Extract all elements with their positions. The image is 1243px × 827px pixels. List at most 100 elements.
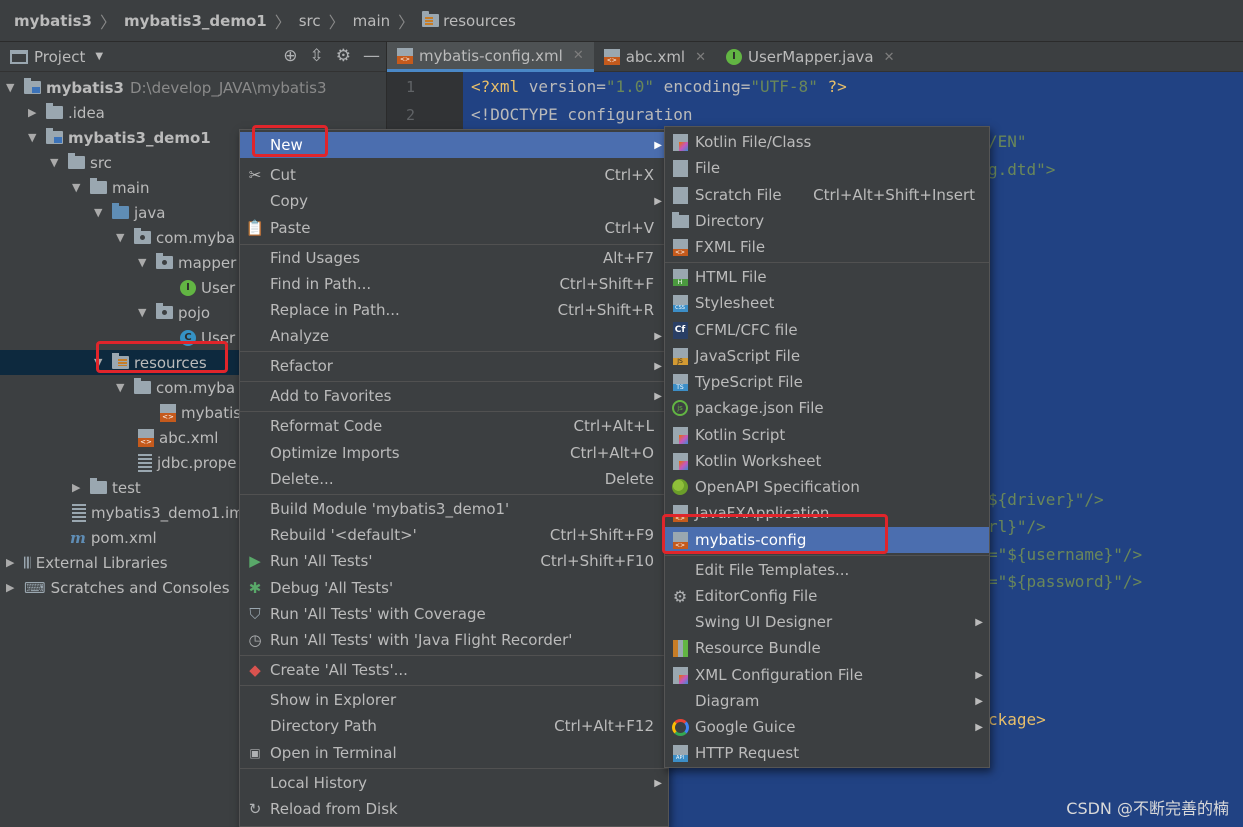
menu-item-optimize-imports[interactable]: Optimize Imports Ctrl+Alt+O: [240, 440, 668, 466]
collapse-all-icon[interactable]: ⇳: [310, 46, 324, 66]
submenu-item-kotlin-file[interactable]: Kotlin File/Class: [665, 129, 989, 155]
collapse-arrow-icon[interactable]: ▶: [6, 556, 20, 569]
tree-item-idea[interactable]: ▶ .idea: [0, 100, 386, 125]
tab-abc-xml[interactable]: abc.xml ✕: [594, 42, 716, 72]
expand-arrow-icon[interactable]: ▼: [116, 381, 130, 394]
breadcrumb-item[interactable]: src: [299, 12, 321, 30]
submenu-item-kotlin-worksheet[interactable]: Kotlin Worksheet: [665, 448, 989, 474]
tab-usermapper[interactable]: I UserMapper.java ✕: [716, 42, 905, 72]
collapse-arrow-icon[interactable]: ▶: [28, 106, 42, 119]
expand-arrow-icon[interactable]: ▼: [94, 356, 108, 369]
breadcrumb-item-resources[interactable]: resources: [422, 11, 516, 30]
expand-arrow-icon[interactable]: ▼: [138, 306, 152, 319]
submenu-item-google-guice[interactable]: Google Guice ▶: [665, 714, 989, 740]
properties-file-icon: [138, 453, 152, 472]
submenu-item-typescript-file[interactable]: TypeScript File: [665, 369, 989, 395]
submenu-item-file[interactable]: File: [665, 155, 989, 181]
submenu-item-edit-file-templates[interactable]: Edit File Templates...: [665, 557, 989, 583]
menu-item-build-module[interactable]: Build Module 'mybatis3_demo1': [240, 496, 668, 522]
submenu-item-cfml-file[interactable]: Cf CFML/CFC file: [665, 317, 989, 343]
interface-icon: I: [726, 49, 743, 65]
expand-arrow-icon[interactable]: ▼: [50, 156, 64, 169]
code-fragment: ="${password}"/>: [988, 572, 1143, 591]
submenu-item-swing-ui-designer[interactable]: Swing UI Designer ▶: [665, 609, 989, 635]
menu-item-reload-from-disk[interactable]: ↻ Reload from Disk: [240, 796, 668, 822]
submenu-item-kotlin-script[interactable]: Kotlin Script: [665, 422, 989, 448]
kotlin-script-icon: [672, 426, 688, 444]
close-icon[interactable]: ✕: [695, 50, 706, 65]
menu-item-reformat-code[interactable]: Reformat Code Ctrl+Alt+L: [240, 413, 668, 439]
locate-icon[interactable]: ⊕: [283, 46, 297, 66]
menu-item-cut[interactable]: ✂ Cut Ctrl+X: [240, 162, 668, 188]
menu-item-run-coverage[interactable]: ⛉ Run 'All Tests' with Coverage: [240, 601, 668, 627]
menu-item-add-to-favorites[interactable]: Add to Favorites ▶: [240, 383, 668, 409]
gear-icon[interactable]: ⚙: [336, 46, 351, 66]
code-fragment: rl}"/>: [988, 517, 1046, 536]
menu-item-find-usages[interactable]: Find Usages Alt+F7: [240, 245, 668, 271]
collapse-arrow-icon[interactable]: ▶: [72, 481, 86, 494]
menu-item-replace-in-path[interactable]: Replace in Path... Ctrl+Shift+R: [240, 297, 668, 323]
submenu-item-openapi[interactable]: OpenAPI Specification: [665, 474, 989, 500]
submenu-item-scratch-file[interactable]: Scratch File Ctrl+Alt+Shift+Insert: [665, 182, 989, 208]
submenu-item-resource-bundle[interactable]: Resource Bundle: [665, 635, 989, 661]
menu-item-refactor[interactable]: Refactor ▶: [240, 353, 668, 379]
chevron-right-icon: 〉: [99, 12, 116, 32]
submenu-item-diagram[interactable]: Diagram ▶: [665, 688, 989, 714]
hide-panel-icon[interactable]: —: [363, 46, 380, 66]
menu-item-run-tests[interactable]: ▶ Run 'All Tests' Ctrl+Shift+F10: [240, 548, 668, 574]
chevron-right-icon: 〉: [398, 12, 415, 32]
menu-item-open-terminal[interactable]: ▣ Open in Terminal: [240, 740, 668, 766]
expand-arrow-icon[interactable]: ▼: [138, 256, 152, 269]
expand-arrow-icon[interactable]: ▼: [6, 81, 20, 94]
submenu-arrow-icon: ▶: [975, 721, 983, 733]
xml-config-icon: [672, 666, 688, 684]
breadcrumb-item[interactable]: mybatis3: [14, 12, 92, 30]
xml-file-icon: [397, 47, 413, 64]
submenu-item-fxml-file[interactable]: FXML File: [665, 234, 989, 260]
project-panel-title: Project: [34, 47, 86, 66]
menu-item-paste[interactable]: 📋 Paste Ctrl+V: [240, 215, 668, 241]
menu-item-copy[interactable]: Copy ▶: [240, 188, 668, 214]
menu-item-analyze[interactable]: Analyze ▶: [240, 323, 668, 349]
menu-item-new[interactable]: New ▶: [240, 132, 668, 158]
kotlin-file-icon: [672, 133, 688, 151]
ts-file-icon: [672, 373, 688, 391]
submenu-item-mybatis-config[interactable]: mybatis-config: [665, 527, 989, 553]
run-icon: ▶: [249, 552, 261, 570]
menu-item-directory-path[interactable]: Directory Path Ctrl+Alt+F12: [240, 713, 668, 739]
submenu-item-html-file[interactable]: HTML File: [665, 264, 989, 290]
tab-label: UserMapper.java: [748, 48, 874, 66]
submenu-item-javascript-file[interactable]: JavaScript File: [665, 343, 989, 369]
submenu-item-directory[interactable]: Directory: [665, 208, 989, 234]
submenu-arrow-icon: ▶: [975, 616, 983, 628]
submenu-arrow-icon: ▶: [654, 139, 662, 151]
xml-template-icon: [672, 531, 688, 549]
submenu-item-editorconfig[interactable]: ⚙ EditorConfig File: [665, 583, 989, 609]
submenu-item-javafx-application[interactable]: JavaFXApplication: [665, 500, 989, 526]
project-view-selector[interactable]: Project ▼: [10, 48, 103, 66]
menu-item-debug-tests[interactable]: ✱ Debug 'All Tests': [240, 575, 668, 601]
expand-arrow-icon[interactable]: ▼: [116, 231, 130, 244]
menu-item-find-in-path[interactable]: Find in Path... Ctrl+Shift+F: [240, 271, 668, 297]
menu-item-show-in-explorer[interactable]: Show in Explorer: [240, 687, 668, 713]
submenu-item-stylesheet[interactable]: Stylesheet: [665, 290, 989, 316]
menu-item-local-history[interactable]: Local History ▶: [240, 770, 668, 796]
breadcrumb-item[interactable]: main: [353, 12, 390, 30]
collapse-arrow-icon[interactable]: ▶: [6, 581, 20, 594]
expand-arrow-icon[interactable]: ▼: [72, 181, 86, 194]
expand-arrow-icon[interactable]: ▼: [28, 131, 42, 144]
tab-mybatis-config[interactable]: mybatis-config.xml ✕: [387, 42, 594, 72]
menu-item-delete[interactable]: Delete... Delete: [240, 466, 668, 492]
breadcrumb-item[interactable]: mybatis3_demo1: [124, 12, 267, 30]
expand-arrow-icon[interactable]: ▼: [94, 206, 108, 219]
submenu-item-xml-configuration[interactable]: XML Configuration File ▶: [665, 662, 989, 688]
close-icon[interactable]: ✕: [573, 48, 584, 63]
close-icon[interactable]: ✕: [884, 50, 895, 65]
submenu-item-http-request[interactable]: HTTP Request: [665, 740, 989, 766]
coverage-icon: ⛉: [249, 605, 261, 623]
menu-item-run-flight-recorder[interactable]: ◷ Run 'All Tests' with 'Java Flight Recor…: [240, 627, 668, 653]
submenu-item-package-json[interactable]: js package.json File: [665, 395, 989, 421]
menu-item-rebuild[interactable]: Rebuild '<default>' Ctrl+Shift+F9: [240, 522, 668, 548]
tree-item-project-root[interactable]: ▼ mybatis3 D:\develop_JAVA\mybatis3: [0, 75, 386, 100]
menu-item-create-tests[interactable]: ◆ Create 'All Tests'...: [240, 657, 668, 683]
